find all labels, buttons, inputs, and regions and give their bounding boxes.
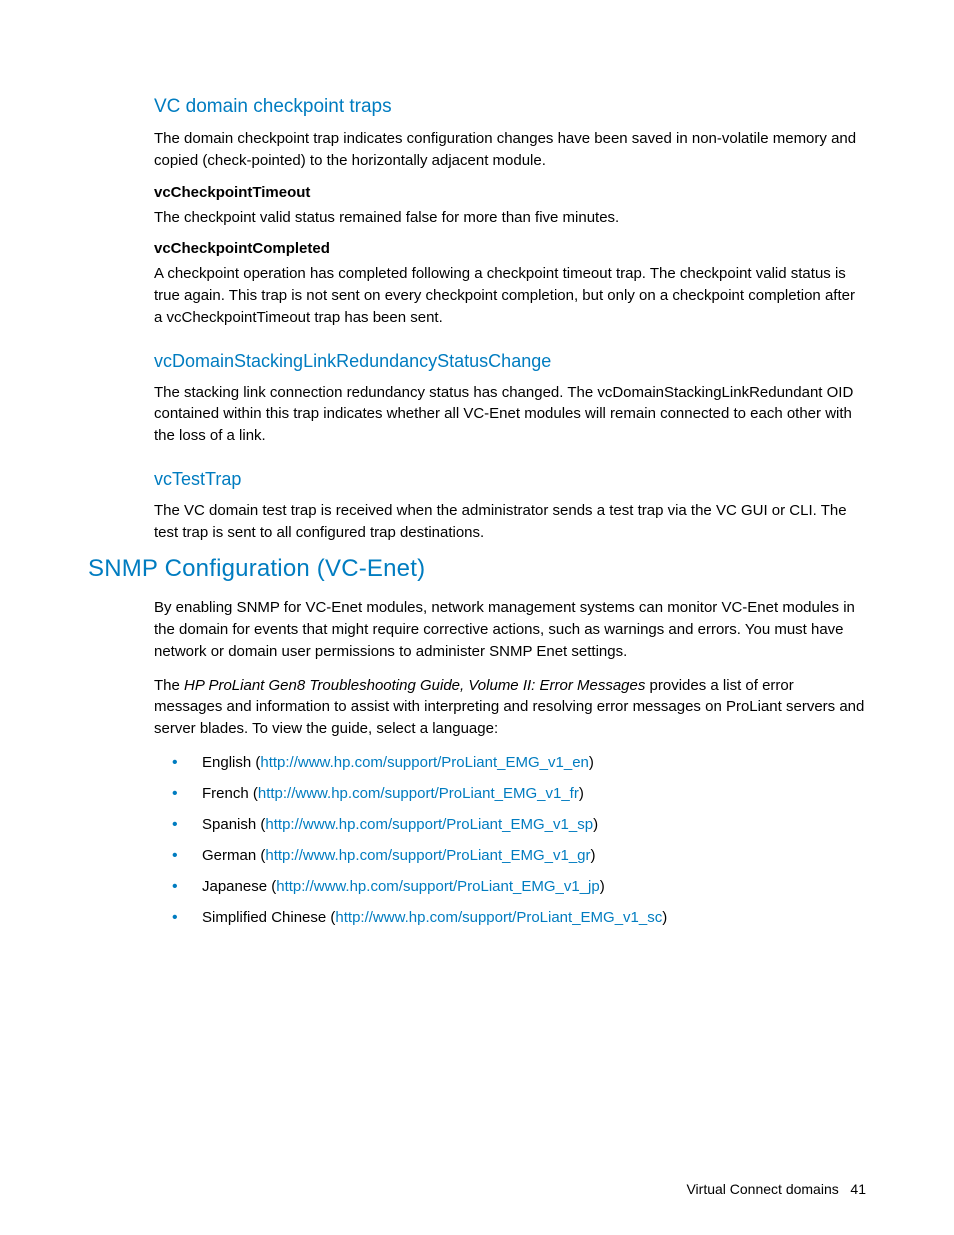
language-label: German — [202, 847, 256, 864]
list-item: German (http://www.hp.com/support/ProLia… — [154, 845, 866, 866]
heading-snmp-configuration: SNMP Configuration (VC-Enet) — [88, 555, 866, 583]
language-label: French — [202, 785, 249, 802]
list-item: English (http://www.hp.com/support/ProLi… — [154, 752, 866, 773]
language-link[interactable]: http://www.hp.com/support/ProLiant_EMG_v… — [276, 878, 600, 895]
language-label: Simplified Chinese — [202, 909, 326, 926]
language-label: Japanese — [202, 878, 267, 895]
language-link[interactable]: http://www.hp.com/support/ProLiant_EMG_v… — [265, 816, 593, 833]
trap-name-vccheckpointtimeout: vcCheckpointTimeout — [154, 184, 866, 201]
text-run: The — [154, 677, 184, 694]
language-link[interactable]: http://www.hp.com/support/ProLiant_EMG_v… — [265, 847, 590, 864]
language-link-list: English (http://www.hp.com/support/ProLi… — [154, 752, 866, 928]
document-page: VC domain checkpoint traps The domain ch… — [0, 0, 954, 1235]
list-item: Spanish (http://www.hp.com/support/ProLi… — [154, 814, 866, 835]
footer-page-number: 41 — [850, 1181, 866, 1197]
list-item: French (http://www.hp.com/support/ProLia… — [154, 783, 866, 804]
language-label: Spanish — [202, 816, 256, 833]
page-footer: Virtual Connect domains 41 — [686, 1181, 866, 1197]
heading-vc-domain-checkpoint-traps: VC domain checkpoint traps — [154, 96, 866, 118]
language-link[interactable]: http://www.hp.com/support/ProLiant_EMG_v… — [335, 909, 662, 926]
paragraph: By enabling SNMP for VC-Enet modules, ne… — [154, 597, 866, 662]
list-item: Simplified Chinese (http://www.hp.com/su… — [154, 907, 866, 928]
paragraph: The domain checkpoint trap indicates con… — [154, 128, 866, 172]
language-link[interactable]: http://www.hp.com/support/ProLiant_EMG_v… — [260, 754, 589, 771]
paragraph: The VC domain test trap is received when… — [154, 500, 866, 544]
footer-section-title: Virtual Connect domains — [686, 1181, 838, 1197]
list-item: Japanese (http://www.hp.com/support/ProL… — [154, 876, 866, 897]
paragraph: The stacking link connection redundancy … — [154, 382, 866, 447]
paragraph: The HP ProLiant Gen8 Troubleshooting Gui… — [154, 675, 866, 740]
language-link[interactable]: http://www.hp.com/support/ProLiant_EMG_v… — [258, 785, 579, 802]
language-label: English — [202, 754, 251, 771]
paragraph: A checkpoint operation has completed fol… — [154, 263, 866, 328]
paragraph: The checkpoint valid status remained fal… — [154, 207, 866, 229]
heading-vctesttrap: vcTestTrap — [154, 469, 866, 490]
body-content: VC domain checkpoint traps The domain ch… — [154, 96, 866, 928]
guide-title: HP ProLiant Gen8 Troubleshooting Guide, … — [184, 677, 645, 694]
trap-name-vccheckpointcompleted: vcCheckpointCompleted — [154, 240, 866, 257]
heading-stacking-link-redundancy: vcDomainStackingLinkRedundancyStatusChan… — [154, 351, 866, 372]
